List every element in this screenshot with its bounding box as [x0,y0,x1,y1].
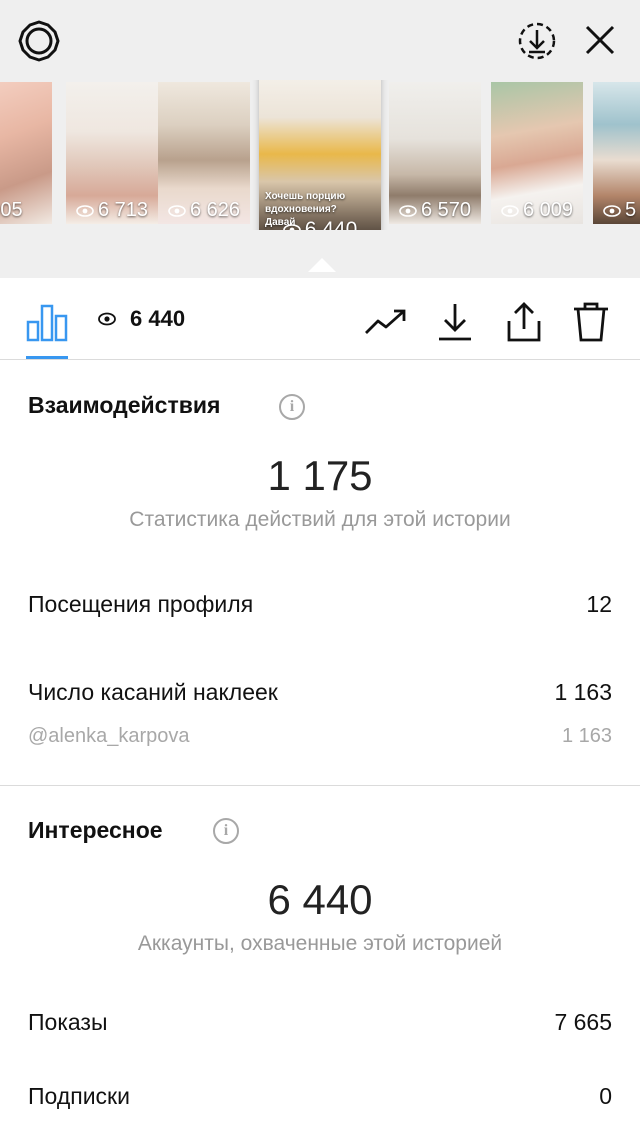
trash-icon [574,302,608,342]
thumbnail-views-count: 6 440 [304,218,358,230]
thumbnail-views: 905 [0,199,52,222]
viewers-count[interactable]: 6 440 [98,306,185,332]
interactions-total: 1 175 [267,452,373,499]
info-icon[interactable]: i [279,394,305,420]
story-thumbnail[interactable]: 6 626 [158,82,250,224]
impressions-label: Показы [28,1009,108,1035]
story-thumbnail[interactable]: 6 713 [66,82,158,224]
thumbnail-views-count: 6 009 [522,199,574,221]
download-icon [439,304,471,341]
thumbnail-views-count: 5 [625,199,637,221]
thumbnail-views: 6 713 [66,199,158,222]
discovery-total: 6 440 [267,876,373,923]
interactions-caption: Статистика действий для этой истории [129,508,511,531]
save-story-button[interactable] [514,18,560,64]
eye-icon [603,204,621,217]
story-thumbnail[interactable]: 5 [593,82,640,224]
close-button[interactable] [578,18,622,62]
mention-sticker-value: 1 163 [561,725,612,747]
thumbnail-views-count: 6 713 [97,199,149,221]
eye-icon [76,204,94,217]
share-button[interactable] [502,300,546,344]
story-thumbnail-selected[interactable]: Хочешь порцию вдохновения? Давай знакоми… [259,80,381,230]
follows-label: Подписки [28,1083,130,1109]
trend-icon [365,309,406,334]
info-icon[interactable]: i [213,818,239,844]
profile-visits-value: 12 [586,591,612,617]
download-circle-icon [518,22,556,60]
discovery-caption: Аккаунты, охваченные этой историей [137,932,503,955]
download-button[interactable] [433,300,477,344]
selected-story-pointer [308,258,336,272]
bar-chart-icon [26,304,68,342]
insights-tab[interactable] [26,302,68,342]
interactions-title: Взаимодействия [28,392,221,418]
thumbnail-views: 6 440 [259,218,381,230]
mention-sticker-label[interactable]: @alenka_karpova [28,725,190,748]
sticker-taps-label: Число касаний наклеек [28,679,278,705]
eye-icon [399,204,417,217]
story-thumbnails-area: 905 6 713 6 626 Хочешь порцию вдохновени… [0,0,640,278]
thumbnail-views: 5 [593,199,640,222]
insights-toolbar: 6 440 [0,280,640,360]
eye-icon [282,224,301,230]
story-thumbnail-strip[interactable]: 905 6 713 6 626 Хочешь порцию вдохновени… [0,80,640,230]
thumbnail-views: 6 570 [389,199,481,222]
sticker-taps-value: 1 163 [554,679,612,705]
active-tab-indicator [26,356,68,359]
thumbnail-views: 6 626 [158,199,250,222]
close-icon [585,25,615,55]
settings-button[interactable] [16,18,62,64]
thumbnail-views-count: 6 626 [189,199,241,221]
story-thumbnail[interactable]: 905 [0,82,52,224]
viewers-count-value: 6 440 [130,306,186,331]
share-icon [507,302,541,342]
thumbnail-views-count: 905 [0,199,23,221]
impressions-value: 7 665 [554,1009,612,1035]
eye-icon [98,312,116,326]
section-divider [0,785,640,786]
eye-icon [168,204,186,217]
settings-icon [18,20,60,62]
promote-button[interactable] [364,300,408,344]
story-thumbnail[interactable]: 6 570 [389,82,481,224]
thumbnail-views-count: 6 570 [420,199,472,221]
profile-visits-label: Посещения профиля [28,591,254,617]
follows-value: 0 [599,1083,612,1109]
delete-button[interactable] [569,300,613,344]
discovery-title: Интересное [28,817,163,843]
story-thumbnail[interactable]: 6 009 [491,82,583,224]
eye-icon [501,204,519,217]
thumbnail-views: 6 009 [491,199,583,222]
